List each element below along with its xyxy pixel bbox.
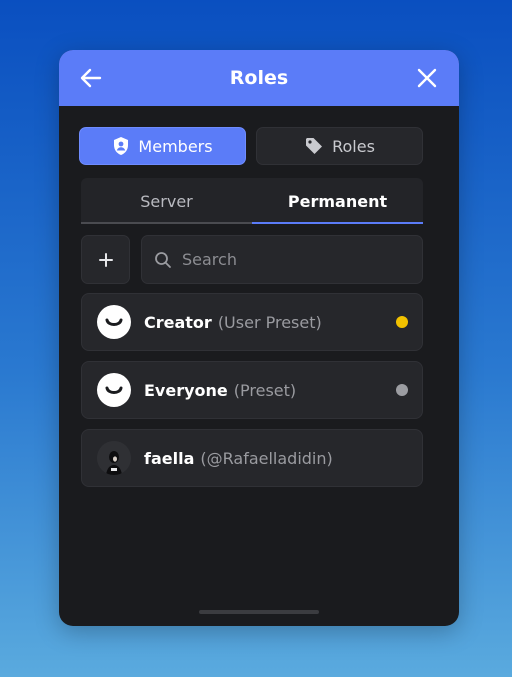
tab-server-label: Server — [140, 191, 193, 211]
add-button[interactable] — [81, 235, 130, 284]
page-title: Roles — [229, 67, 289, 89]
search-box — [141, 235, 423, 284]
tag-icon — [306, 138, 323, 154]
shield-user-icon — [114, 137, 129, 155]
member-name: Everyone — [144, 380, 228, 400]
roles-segment-button[interactable]: Roles — [256, 127, 423, 165]
avatar — [97, 373, 131, 407]
user-photo-icon — [97, 441, 131, 475]
member-name: Creator — [144, 312, 212, 332]
view-switcher: Members Roles — [79, 127, 423, 165]
toolbar — [81, 235, 423, 285]
avatar — [97, 305, 131, 339]
member-detail: (User Preset) — [217, 312, 322, 332]
tab-server[interactable]: Server — [81, 178, 252, 224]
status-dot — [396, 384, 408, 396]
members-segment-button[interactable]: Members — [79, 127, 246, 165]
member-name: faella — [144, 448, 195, 468]
roles-segment-label: Roles — [332, 136, 375, 156]
close-button[interactable] — [413, 64, 441, 92]
roles-panel: Roles Members Roles Server Permanent Sea… — [59, 50, 459, 626]
tab-permanent-label: Permanent — [287, 191, 388, 211]
smile-icon — [105, 318, 123, 326]
member-list: Creator (User Preset) Everyone (Preset) — [81, 293, 423, 497]
resize-handle[interactable] — [199, 610, 319, 614]
status-dot — [396, 316, 408, 328]
arrow-left-icon — [80, 68, 102, 88]
list-item[interactable]: faella (@Rafaelladidin) — [81, 429, 423, 487]
avatar — [97, 441, 131, 475]
scope-tabs: Server Permanent — [81, 178, 423, 224]
list-item[interactable]: Creator (User Preset) — [81, 293, 423, 351]
list-item[interactable]: Everyone (Preset) — [81, 361, 423, 419]
member-detail: (Preset) — [233, 380, 297, 400]
panel-header: Roles — [59, 50, 459, 106]
plus-icon — [98, 252, 113, 267]
search-icon — [155, 251, 171, 268]
member-detail: (@Rafaelladidin) — [200, 448, 333, 468]
back-button[interactable] — [77, 64, 105, 92]
search-input[interactable] — [180, 249, 404, 270]
close-icon — [417, 68, 437, 88]
members-segment-label: Members — [138, 136, 213, 156]
tab-permanent[interactable]: Permanent — [252, 178, 423, 224]
smile-icon — [105, 386, 123, 394]
